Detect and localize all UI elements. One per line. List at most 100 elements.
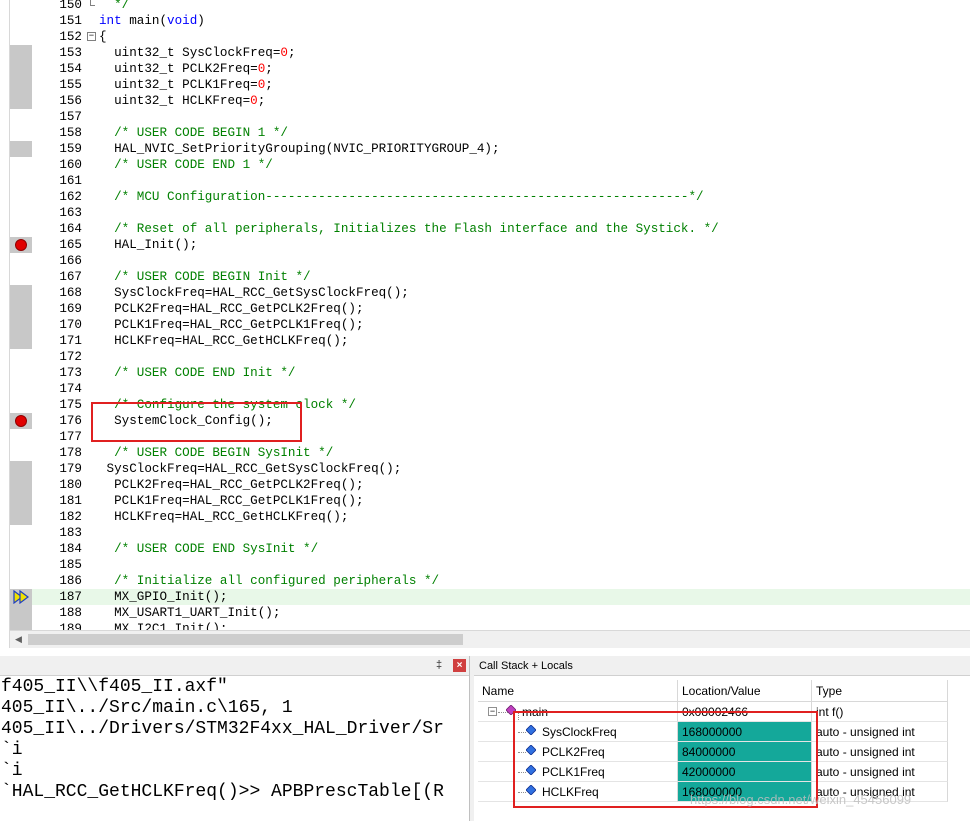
breakpoint-margin[interactable] [10,477,32,493]
breakpoint-margin[interactable] [10,109,32,125]
breakpoint-margin[interactable] [10,333,32,349]
code-text[interactable]: /* Initialize all configured peripherals… [99,573,439,589]
code-line[interactable]: 171 HCLKFreq=HAL_RCC_GetHCLKFreq(); [10,333,970,349]
breakpoint-margin[interactable] [10,61,32,77]
breakpoint-margin[interactable] [10,189,32,205]
code-text[interactable]: SysClockFreq=HAL_RCC_GetSysClockFreq(); [99,285,409,301]
code-text[interactable]: /* USER CODE END 1 */ [99,157,273,173]
code-line[interactable]: 155 uint32_t PCLK1Freq=0; [10,77,970,93]
breakpoint-icon[interactable] [15,415,27,427]
code-text[interactable]: MX_GPIO_Init(); [99,589,227,605]
breakpoint-margin[interactable] [10,509,32,525]
code-text[interactable]: /* USER CODE END SysInit */ [99,541,318,557]
command-window[interactable]: ‡ × f405_II\\f405_II.axf" 405_II\../Src/m… [0,656,470,821]
code-line[interactable]: 150 */ [10,0,970,13]
breakpoint-margin[interactable] [10,285,32,301]
breakpoint-margin[interactable] [10,173,32,189]
breakpoint-margin[interactable] [10,557,32,573]
scroll-left-arrow-icon[interactable]: ◀ [10,631,27,648]
breakpoint-margin[interactable] [10,573,32,589]
code-text[interactable]: /* USER CODE BEGIN SysInit */ [99,445,333,461]
code-text[interactable]: PCLK1Freq=HAL_RCC_GetPCLK1Freq(); [99,493,363,509]
pin-icon[interactable]: ‡ [433,659,445,671]
scrollbar-thumb[interactable] [28,634,463,645]
code-line[interactable]: 161 [10,173,970,189]
close-icon[interactable]: × [453,659,466,672]
code-text[interactable]: HAL_NVIC_SetPriorityGrouping(NVIC_PRIORI… [99,141,499,157]
breakpoint-margin[interactable] [10,365,32,381]
code-text[interactable]: int main(void) [99,13,205,29]
code-line[interactable]: 170 PCLK1Freq=HAL_RCC_GetPCLK1Freq(); [10,317,970,333]
code-line[interactable]: 182 HCLKFreq=HAL_RCC_GetHCLKFreq(); [10,509,970,525]
breakpoint-margin[interactable] [10,605,32,621]
code-text[interactable]: PCLK2Freq=HAL_RCC_GetPCLK2Freq(); [99,477,363,493]
code-line[interactable]: 179 SysClockFreq=HAL_RCC_GetSysClockFreq… [10,461,970,477]
code-text[interactable]: uint32_t PCLK2Freq=0; [99,61,273,77]
code-line[interactable]: 156 uint32_t HCLKFreq=0; [10,93,970,109]
code-line[interactable]: 187 MX_GPIO_Init(); [10,589,970,605]
column-header-name[interactable]: Name [478,680,678,702]
breakpoint-margin[interactable] [10,621,32,630]
code-text[interactable]: */ [99,0,129,13]
code-text[interactable]: /* USER CODE BEGIN 1 */ [99,125,288,141]
breakpoint-margin[interactable] [10,141,32,157]
breakpoint-margin[interactable] [10,429,32,445]
code-text[interactable]: /* USER CODE BEGIN Init */ [99,269,311,285]
code-text[interactable]: HAL_Init(); [99,237,197,253]
breakpoint-margin[interactable] [10,349,32,365]
code-text[interactable]: SysClockFreq=HAL_RCC_GetSysClockFreq(); [99,461,402,477]
code-line[interactable]: 172 [10,349,970,365]
code-text[interactable]: HCLKFreq=HAL_RCC_GetHCLKFreq(); [99,333,348,349]
breakpoint-margin[interactable] [10,589,32,605]
code-text[interactable]: PCLK2Freq=HAL_RCC_GetPCLK2Freq(); [99,301,363,317]
code-line[interactable]: 163 [10,205,970,221]
breakpoint-margin[interactable] [10,77,32,93]
code-line[interactable]: 160 /* USER CODE END 1 */ [10,157,970,173]
code-line[interactable]: 167 /* USER CODE BEGIN Init */ [10,269,970,285]
breakpoint-margin[interactable] [10,205,32,221]
code-line[interactable]: 168 SysClockFreq=HAL_RCC_GetSysClockFreq… [10,285,970,301]
breakpoint-margin[interactable] [10,237,32,253]
column-header-type[interactable]: Type [812,680,948,702]
code-text[interactable]: MX_I2C1_Init(); [99,621,227,630]
breakpoint-margin[interactable] [10,13,32,29]
horizontal-scrollbar[interactable]: ◀ [10,630,970,648]
code-text[interactable]: /* USER CODE END Init */ [99,365,295,381]
breakpoint-margin[interactable] [10,221,32,237]
code-line[interactable]: 158 /* USER CODE BEGIN 1 */ [10,125,970,141]
code-line[interactable]: 169 PCLK2Freq=HAL_RCC_GetPCLK2Freq(); [10,301,970,317]
breakpoint-margin[interactable] [10,397,32,413]
breakpoint-margin[interactable] [10,269,32,285]
code-line[interactable]: 159 HAL_NVIC_SetPriorityGrouping(NVIC_PR… [10,141,970,157]
code-line[interactable]: 151 int main(void) [10,13,970,29]
breakpoint-margin[interactable] [10,157,32,173]
panel-splitter[interactable] [0,648,970,656]
breakpoint-margin[interactable] [10,253,32,269]
column-header-location[interactable]: Location/Value [678,680,812,702]
code-line[interactable]: 153 uint32_t SysClockFreq=0; [10,45,970,61]
code-line[interactable]: 154 uint32_t PCLK2Freq=0; [10,61,970,77]
breakpoint-margin[interactable] [10,301,32,317]
code-text[interactable]: /* MCU Configuration--------------------… [99,189,704,205]
tree-collapse-icon[interactable]: − [488,707,497,716]
code-line[interactable]: 181 PCLK1Freq=HAL_RCC_GetPCLK1Freq(); [10,493,970,509]
code-line[interactable]: 162 /* MCU Configuration----------------… [10,189,970,205]
breakpoint-margin[interactable] [10,45,32,61]
code-line[interactable]: 178 /* USER CODE BEGIN SysInit */ [10,445,970,461]
code-line[interactable]: 186 /* Initialize all configured periphe… [10,573,970,589]
breakpoint-margin[interactable] [10,125,32,141]
code-line[interactable]: 165 HAL_Init(); [10,237,970,253]
code-text[interactable]: uint32_t SysClockFreq=0; [99,45,295,61]
code-line[interactable]: 189 MX_I2C1_Init(); [10,621,970,630]
breakpoint-margin[interactable] [10,525,32,541]
code-text[interactable]: PCLK1Freq=HAL_RCC_GetPCLK1Freq(); [99,317,363,333]
breakpoint-icon[interactable] [15,239,27,251]
command-output[interactable]: f405_II\\f405_II.axf" 405_II\../Src/main.… [0,676,469,821]
code-line[interactable]: 180 PCLK2Freq=HAL_RCC_GetPCLK2Freq(); [10,477,970,493]
breakpoint-margin[interactable] [10,541,32,557]
breakpoint-margin[interactable] [10,461,32,477]
code-line[interactable]: 157 [10,109,970,125]
breakpoint-margin[interactable] [10,413,32,429]
code-line[interactable]: 184 /* USER CODE END SysInit */ [10,541,970,557]
code-line[interactable]: 166 [10,253,970,269]
